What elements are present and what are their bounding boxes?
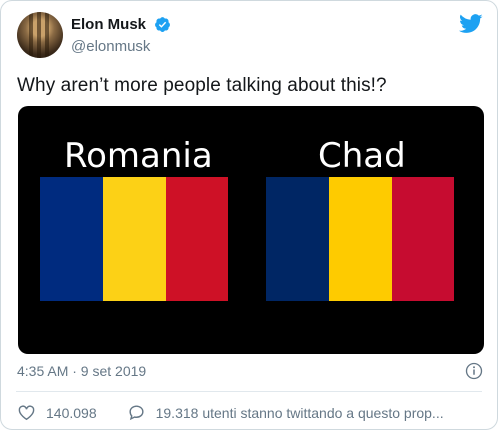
chad-flag: [266, 177, 454, 301]
author-name-row[interactable]: Elon Musk: [71, 16, 171, 34]
like-button[interactable]: 140.098: [17, 403, 97, 422]
chad-label: Chad: [318, 136, 406, 176]
reply-count-text: 19.318 utenti stanno twittando a questo …: [155, 404, 444, 421]
display-name[interactable]: Elon Musk: [71, 16, 146, 33]
user-handle[interactable]: @elonmusk: [71, 38, 150, 55]
tweet-media-image[interactable]: Romania Chad: [18, 106, 484, 354]
chad-band-blue: [266, 177, 329, 301]
heart-icon: [18, 405, 35, 421]
like-count: 140.098: [46, 404, 97, 421]
tweet-text: Why aren’t more people talking about thi…: [17, 75, 387, 96]
info-icon[interactable]: [465, 362, 483, 380]
verified-badge-icon: [155, 17, 171, 33]
twitter-bird-icon[interactable]: [459, 13, 483, 35]
tweet-actions: 140.098 19.318 utenti stanno twittando a…: [17, 403, 444, 422]
chad-band-red: [392, 177, 454, 301]
speech-bubble-icon: [129, 405, 144, 421]
divider: [16, 391, 482, 392]
romania-band-red: [166, 177, 228, 301]
reply-button[interactable]: 19.318 utenti stanno twittando a questo …: [127, 403, 444, 422]
avatar[interactable]: [17, 12, 63, 58]
tweet-timestamp[interactable]: 4:35 AM · 9 set 2019: [17, 363, 146, 379]
romania-band-yellow: [103, 177, 166, 301]
romania-flag: [40, 177, 228, 301]
chad-band-yellow: [329, 177, 392, 301]
romania-label: Romania: [64, 136, 213, 176]
romania-band-blue: [40, 177, 103, 301]
tweet-card: Elon Musk @elonmusk Why aren’t more peop…: [0, 0, 498, 430]
